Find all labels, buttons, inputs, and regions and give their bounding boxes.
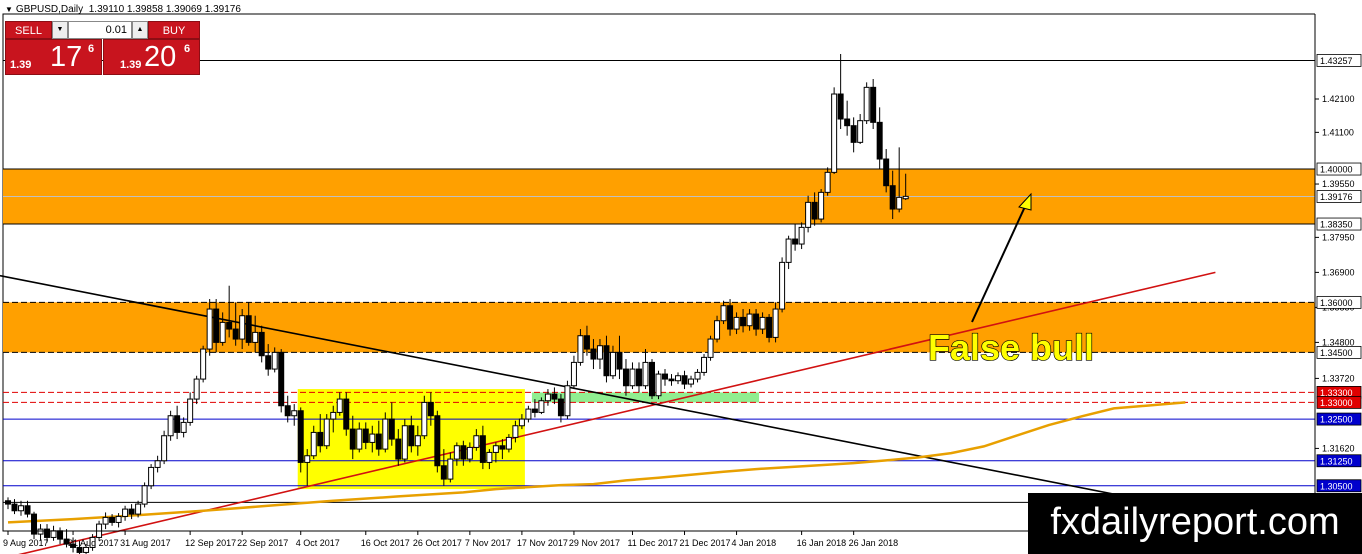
candle[interactable] [278, 349, 285, 413]
chart-header: ▼ GBPUSD,Daily 1.39110 1.39858 1.39069 1.… [5, 4, 241, 15]
candle[interactable] [655, 370, 662, 400]
collapse-triangle-icon[interactable]: ▼ [5, 5, 13, 14]
candle[interactable] [148, 464, 155, 490]
level-price-label: 1.31250 [1320, 456, 1353, 466]
y-tick-label: 1.34800 [1322, 337, 1355, 347]
x-tick-label: 7 Nov 2017 [465, 538, 511, 548]
x-tick-label: 29 Nov 2017 [569, 538, 620, 548]
symbol-label: GBPUSD,Daily [15, 4, 84, 15]
level-price-label: 1.30500 [1320, 481, 1353, 491]
level-price-label: 1.38350 [1320, 220, 1353, 230]
y-tick-label: 1.37950 [1322, 232, 1355, 242]
x-tick-label: 17 Nov 2017 [517, 538, 568, 548]
one-click-trading-panel: SELL ▼ 0.01 ▲ BUY 1.39 17 6 1.39 20 6 [5, 21, 200, 75]
candle[interactable] [401, 419, 408, 463]
level-price-label: 1.32500 [1320, 415, 1353, 425]
y-tick-label: 1.39550 [1322, 179, 1355, 189]
candle[interactable] [707, 335, 714, 361]
buy-price-pips: 20 [144, 41, 177, 73]
false-bull-annotation: False bull [928, 327, 1094, 368]
sell-button[interactable]: SELL [5, 21, 52, 39]
candle[interactable] [200, 345, 207, 383]
x-tick-label: 16 Jan 2018 [797, 538, 847, 548]
x-tick-label: 21 Dec 2017 [680, 538, 731, 548]
x-tick-label: 22 Sep 2017 [237, 538, 288, 548]
candle[interactable] [161, 430, 168, 465]
sell-price-pips: 17 [50, 41, 83, 73]
x-tick-label: 11 Dec 2017 [627, 538, 677, 548]
level-price-label: 1.39176 [1320, 192, 1353, 202]
level-price-label: 1.43257 [1320, 56, 1353, 66]
candle[interactable] [141, 482, 148, 508]
candle[interactable] [564, 380, 571, 420]
sell-price-prefix: 1.39 [10, 59, 32, 71]
sell-price-box[interactable]: 1.39 17 6 [5, 39, 102, 75]
lot-decrease-icon[interactable]: ▼ [52, 21, 68, 39]
buy-price-prefix: 1.39 [120, 59, 142, 71]
candle[interactable] [648, 359, 655, 400]
y-tick-label: 1.33720 [1322, 373, 1355, 383]
lot-increase-icon[interactable]: ▲ [132, 21, 148, 39]
buy-button[interactable]: BUY [148, 21, 200, 39]
x-tick-label: 16 Oct 2017 [361, 538, 410, 548]
x-tick-label: 26 Oct 2017 [413, 538, 462, 548]
level-price-label: 1.36000 [1320, 298, 1353, 308]
ohlc-values: 1.39110 1.39858 1.39069 1.39176 [88, 4, 241, 15]
candle[interactable] [831, 87, 838, 175]
candle[interactable] [421, 395, 428, 440]
resistance-zone-1 [3, 302, 1315, 353]
candle[interactable] [863, 82, 870, 125]
plot-area [2, 13, 1316, 532]
candle[interactable] [297, 407, 304, 473]
level-price-label: 1.34500 [1320, 348, 1353, 358]
candle[interactable] [434, 410, 441, 473]
level-price-label: 1.40000 [1320, 165, 1353, 175]
y-tick-label: 1.31620 [1322, 443, 1355, 453]
x-tick-label: 31 Aug 2017 [120, 538, 171, 548]
x-tick-label: 9 Aug 2017 [3, 538, 49, 548]
sell-price-fraction: 6 [88, 43, 95, 55]
y-tick-label: 1.36900 [1322, 267, 1355, 277]
x-tick-label: 26 Jan 2018 [849, 538, 899, 548]
y-tick-label: 1.41100 [1322, 127, 1354, 137]
x-tick-label: 21 Aug 2017 [68, 538, 119, 548]
x-tick-label: 12 Sep 2017 [185, 538, 236, 548]
candle[interactable] [31, 511, 38, 540]
candle[interactable] [701, 354, 708, 376]
level-price-label: 1.33000 [1320, 398, 1353, 408]
x-tick-label: 4 Jan 2018 [732, 538, 777, 548]
buy-price-box[interactable]: 1.39 20 6 [103, 39, 200, 75]
lot-size-input[interactable]: 0.01 [68, 21, 132, 39]
brand-watermark: fxdailyreport.com [1028, 493, 1362, 554]
candle[interactable] [323, 414, 330, 450]
x-tick-label: 4 Oct 2017 [296, 538, 340, 548]
y-tick-label: 1.42100 [1322, 94, 1355, 104]
candle[interactable] [818, 189, 825, 223]
buy-price-fraction: 6 [184, 43, 191, 55]
price-chart[interactable]: False bull 1.42100 1.41100 1.39550 1.37950 1.… [0, 0, 1362, 554]
candle[interactable] [779, 257, 786, 313]
candle[interactable] [343, 392, 350, 436]
